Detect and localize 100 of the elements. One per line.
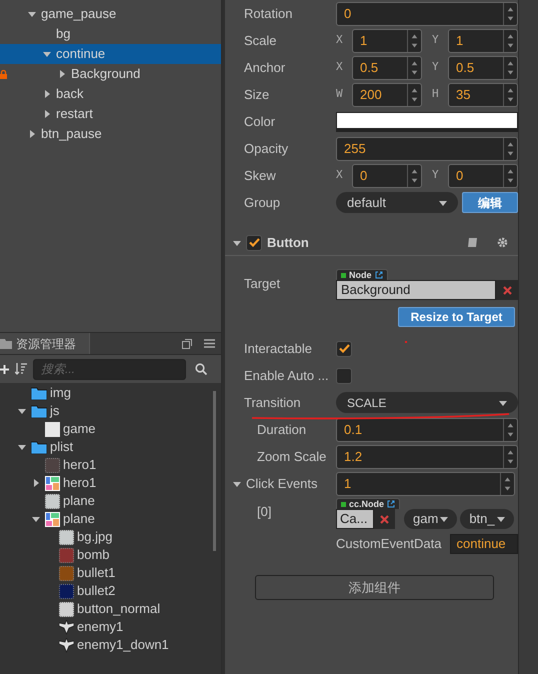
tree-row[interactable]: Background bbox=[0, 64, 221, 84]
caret-icon[interactable] bbox=[499, 398, 507, 406]
asset-row[interactable]: game bbox=[0, 420, 213, 438]
group-dropdown[interactable]: default bbox=[336, 192, 458, 213]
expanded-triangle-icon[interactable] bbox=[233, 480, 241, 488]
number-input-field[interactable]: 0.5 bbox=[448, 56, 518, 80]
tree-row[interactable]: bg bbox=[0, 24, 221, 44]
expanded-triangle-icon[interactable] bbox=[28, 10, 36, 18]
external-link-icon[interactable] bbox=[387, 500, 396, 508]
caret-icon[interactable] bbox=[440, 515, 448, 523]
asset-row[interactable]: bullet1 bbox=[0, 564, 213, 582]
assets-tab[interactable]: 资源管理器 bbox=[0, 333, 90, 354]
component-dropdown[interactable]: gam bbox=[404, 509, 458, 529]
window-icon[interactable] bbox=[182, 338, 192, 348]
asset-row[interactable]: hero1 bbox=[0, 456, 213, 474]
tree-row[interactable]: game_pause bbox=[0, 4, 221, 24]
lock-icon[interactable] bbox=[0, 70, 7, 79]
add-icon[interactable] bbox=[0, 364, 9, 374]
resize-to-target-button[interactable]: Resize to Target bbox=[398, 307, 515, 327]
number-input-field[interactable]: 0 bbox=[448, 164, 518, 188]
asset-name: plist bbox=[50, 438, 74, 456]
asset-name: img bbox=[50, 384, 71, 402]
axis-label: W bbox=[336, 86, 344, 102]
custom-data-field[interactable]: continue bbox=[450, 534, 518, 554]
collapsed-triangle-icon[interactable] bbox=[32, 479, 40, 487]
sort-icon[interactable] bbox=[15, 363, 27, 375]
asset-row[interactable]: plane bbox=[0, 510, 213, 528]
asset-row[interactable]: plane bbox=[0, 492, 213, 510]
asset-name: bomb bbox=[77, 546, 110, 564]
folder-icon bbox=[31, 440, 47, 454]
checkbox[interactable] bbox=[336, 340, 352, 356]
atlas-icon bbox=[45, 512, 60, 526]
edit-button[interactable]: 编辑 bbox=[462, 192, 518, 213]
target-field[interactable]: Background bbox=[336, 280, 496, 300]
search-field[interactable]: 搜索... bbox=[33, 358, 186, 380]
asset-row[interactable]: bullet2 bbox=[0, 582, 213, 600]
asset-row[interactable]: enemy1 bbox=[0, 618, 213, 636]
handler-dropdown[interactable]: btn_ bbox=[460, 509, 514, 529]
tree-row[interactable]: btn_pause bbox=[0, 124, 221, 144]
add-component-button[interactable]: 添加组件 bbox=[255, 575, 494, 600]
asset-row[interactable]: enemy1_down1 bbox=[0, 636, 213, 654]
expanded-triangle-icon[interactable] bbox=[43, 50, 51, 58]
clear-button[interactable] bbox=[496, 280, 518, 300]
node-name: btn_pause bbox=[41, 125, 102, 144]
collapsed-triangle-icon[interactable] bbox=[28, 130, 36, 138]
collapsed-triangle-icon[interactable] bbox=[43, 110, 51, 118]
number-input-field[interactable]: 1 bbox=[448, 28, 518, 52]
tree-row[interactable]: continue bbox=[0, 44, 221, 64]
checkbox[interactable] bbox=[246, 234, 262, 250]
asset-row[interactable]: js bbox=[0, 402, 213, 420]
caret-icon[interactable] bbox=[496, 515, 505, 523]
property-label: Duration bbox=[257, 422, 306, 436]
asset-row[interactable]: button_normal bbox=[0, 600, 213, 618]
asset-name: bg.jpg bbox=[77, 528, 112, 546]
asset-row[interactable]: bomb bbox=[0, 546, 213, 564]
number-input-field[interactable]: 0.5 bbox=[352, 56, 422, 80]
clear-button[interactable] bbox=[374, 509, 395, 529]
axis-label: H bbox=[432, 86, 440, 102]
clear-icon[interactable] bbox=[380, 514, 389, 524]
expanded-triangle-icon[interactable] bbox=[32, 515, 40, 523]
asset-row[interactable]: hero1 bbox=[0, 474, 213, 492]
event-target-field[interactable]: Ca... bbox=[336, 509, 374, 529]
asset-row[interactable]: plist bbox=[0, 438, 213, 456]
collapsed-triangle-icon[interactable] bbox=[43, 90, 51, 98]
book-icon[interactable] bbox=[467, 237, 478, 248]
js-file-icon bbox=[45, 422, 60, 436]
asset-row[interactable]: bg.jpg bbox=[0, 528, 213, 546]
number-input-field[interactable]: 1 bbox=[352, 28, 422, 52]
color-swatch[interactable] bbox=[336, 112, 518, 132]
type-tag: cc.Node bbox=[336, 498, 400, 509]
settings-icon[interactable] bbox=[497, 237, 508, 248]
number-input-field[interactable]: 1.2 bbox=[336, 444, 518, 468]
asset-row[interactable]: img bbox=[0, 384, 213, 402]
expanded-triangle-icon[interactable] bbox=[233, 238, 241, 246]
number-input-field[interactable]: 0.1 bbox=[336, 418, 518, 442]
collapsed-triangle-icon[interactable] bbox=[58, 70, 66, 78]
property-label: Click Events bbox=[246, 474, 318, 493]
number-input-field[interactable]: 200 bbox=[352, 82, 422, 106]
number-input-field[interactable]: 0 bbox=[352, 164, 422, 188]
external-link-icon[interactable] bbox=[374, 271, 382, 279]
tree-row[interactable]: restart bbox=[0, 104, 221, 124]
property-label: Group bbox=[244, 194, 280, 210]
clear-icon[interactable] bbox=[502, 286, 512, 294]
transition-dropdown[interactable]: SCALE bbox=[336, 392, 518, 413]
asset-name: hero1 bbox=[63, 474, 96, 492]
checkbox[interactable] bbox=[336, 368, 352, 384]
menu-icon[interactable] bbox=[204, 339, 215, 348]
property-label: Transition bbox=[244, 394, 301, 410]
number-input-field[interactable]: 35 bbox=[448, 82, 518, 106]
search-icon[interactable] bbox=[195, 363, 207, 375]
number-input-field[interactable]: 255 bbox=[336, 136, 518, 160]
number-input-field[interactable]: 0 bbox=[336, 2, 518, 26]
tree-row[interactable]: back bbox=[0, 84, 221, 104]
expanded-triangle-icon[interactable] bbox=[18, 443, 26, 451]
scrollbar[interactable] bbox=[213, 391, 216, 551]
number-input-field[interactable]: 1 bbox=[336, 472, 515, 496]
property-label: Zoom Scale bbox=[257, 448, 326, 464]
atlas-icon bbox=[45, 476, 60, 490]
expanded-triangle-icon[interactable] bbox=[18, 407, 26, 415]
caret-icon[interactable] bbox=[439, 198, 447, 206]
